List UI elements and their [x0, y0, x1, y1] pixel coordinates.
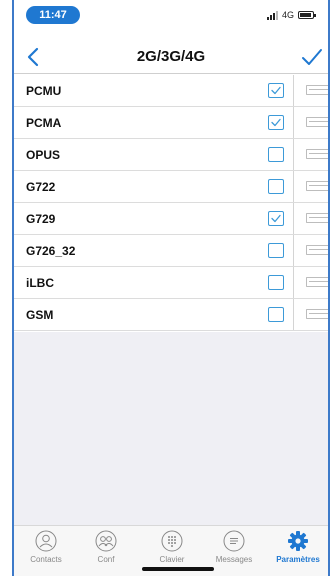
- chevron-left-icon: [27, 47, 39, 67]
- checkmark-icon: [302, 49, 322, 65]
- codec-name: iLBC: [26, 275, 54, 290]
- tab-clavier[interactable]: Clavier: [142, 530, 202, 564]
- home-indicator: [142, 567, 214, 571]
- tab-conf[interactable]: Conf: [76, 530, 136, 564]
- status-indicators: 4G: [266, 8, 316, 22]
- battery-icon: [298, 11, 316, 19]
- reorder-handle-icon[interactable]: [306, 117, 328, 127]
- row-divider: [293, 139, 294, 170]
- empty-area: [14, 332, 328, 525]
- row-divider: [293, 299, 294, 330]
- reorder-handle-icon[interactable]: [306, 309, 328, 319]
- row-divider: [293, 107, 294, 138]
- codec-checkbox[interactable]: [268, 211, 284, 226]
- tab-parametres[interactable]: Paramètres: [268, 530, 328, 564]
- row-divider: [293, 171, 294, 202]
- tab-label: Messages: [215, 555, 253, 564]
- codec-name: PCMU: [26, 83, 62, 98]
- codec-checkbox[interactable]: [268, 179, 284, 194]
- codec-row[interactable]: G726_32: [14, 235, 328, 267]
- tab-messages[interactable]: Messages: [204, 530, 264, 564]
- row-divider: [293, 203, 294, 234]
- tab-contacts[interactable]: Contacts: [16, 530, 76, 564]
- nav-bar: 2G/3G/4G: [14, 40, 328, 74]
- tab-label: Clavier: [159, 555, 185, 564]
- checkmark-icon: [271, 214, 281, 223]
- back-button[interactable]: [22, 44, 46, 70]
- codec-row[interactable]: iLBC: [14, 267, 328, 299]
- reorder-handle-icon[interactable]: [306, 181, 328, 191]
- page-title: 2G/3G/4G: [136, 48, 206, 65]
- codec-name: G729: [26, 211, 56, 226]
- codec-name: G722: [26, 179, 56, 194]
- codec-row[interactable]: PCMU: [14, 75, 328, 107]
- row-divider: [293, 267, 294, 298]
- codec-checkbox[interactable]: [268, 115, 284, 130]
- reorder-handle-icon[interactable]: [306, 245, 328, 255]
- chat-bubble-icon: [223, 530, 245, 552]
- tab-label: Conf: [97, 555, 115, 564]
- row-divider: [293, 235, 294, 266]
- signal-icon: [266, 10, 278, 20]
- codec-row[interactable]: OPUS: [14, 139, 328, 171]
- codec-name: PCMA: [26, 115, 62, 130]
- row-divider: [293, 75, 294, 106]
- codec-checkbox[interactable]: [268, 275, 284, 290]
- reorder-handle-icon[interactable]: [306, 213, 328, 223]
- codec-name: GSM: [26, 307, 54, 322]
- person-icon: [35, 530, 57, 552]
- group-icon: [95, 530, 117, 552]
- codec-row[interactable]: PCMA: [14, 107, 328, 139]
- codec-row[interactable]: G729: [14, 203, 328, 235]
- status-time: 11:47: [26, 6, 80, 24]
- reorder-handle-icon[interactable]: [306, 277, 328, 287]
- status-bar: 11:47 4G: [14, 0, 328, 28]
- codec-name: OPUS: [26, 147, 61, 162]
- codec-row[interactable]: GSM: [14, 299, 328, 331]
- codec-name: G726_32: [26, 243, 76, 258]
- gear-icon: [288, 531, 308, 551]
- network-label: 4G: [281, 10, 294, 20]
- phone-screen: 11:47 4G 2G/3G/4G PCMU PCMA OPUS G722 G729 G7…: [12, 0, 330, 576]
- checkmark-icon: [271, 86, 281, 95]
- codec-checkbox[interactable]: [268, 307, 284, 322]
- codec-checkbox[interactable]: [268, 243, 284, 258]
- codec-list: PCMU PCMA OPUS G722 G729 G726_32 iLBC GSM: [14, 75, 328, 331]
- reorder-handle-icon[interactable]: [306, 85, 328, 95]
- codec-checkbox[interactable]: [268, 83, 284, 98]
- confirm-button[interactable]: [300, 44, 324, 70]
- tab-label: Contacts: [30, 555, 62, 564]
- codec-row[interactable]: G722: [14, 171, 328, 203]
- checkmark-icon: [271, 118, 281, 127]
- codec-checkbox[interactable]: [268, 147, 284, 162]
- reorder-handle-icon[interactable]: [306, 149, 328, 159]
- keypad-icon: [161, 530, 183, 552]
- tab-label: Paramètres: [276, 555, 320, 564]
